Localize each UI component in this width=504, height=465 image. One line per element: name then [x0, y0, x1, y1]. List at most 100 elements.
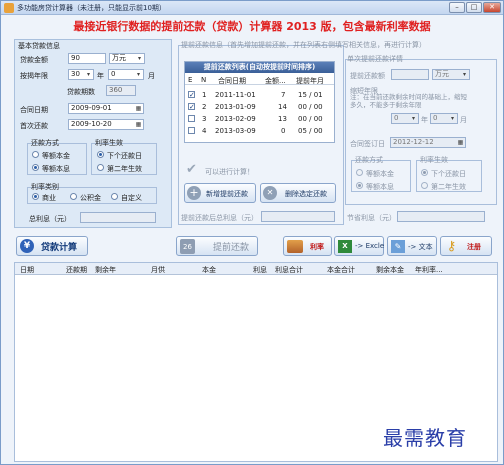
export-text-button[interactable]: ✎ -> 文本 [387, 236, 437, 256]
row-amount: 14 [278, 103, 287, 111]
rate-fund-radio[interactable] [70, 193, 77, 200]
export-text-label: -> 文本 [408, 243, 433, 251]
col-amount: 金额... [265, 77, 286, 85]
chevron-down-icon: ▾ [137, 55, 141, 62]
register-button[interactable]: ⚷ 注册 [440, 236, 492, 256]
page-banner: 最接近银行数据的提前还款（贷款）计算器 2013 版，包含最新利率数据 [73, 20, 431, 33]
row-amount: 13 [278, 115, 287, 123]
detail-years-value: 0 [394, 114, 399, 122]
term-months-select[interactable]: 0 ▾ [108, 69, 144, 80]
detail-amount-unit-value: 万元 [435, 70, 449, 78]
detail-months-value: 0 [433, 114, 438, 122]
col-date: 合同日期 [218, 77, 246, 85]
detail-repay-principal-label: 等额本金 [366, 170, 394, 178]
repay-equal-principal-radio[interactable] [32, 151, 39, 158]
calendar-icon: ▦ [457, 139, 464, 146]
detail-years-select[interactable]: 0 ▾ [391, 113, 419, 124]
row-checkbox[interactable] [188, 115, 195, 122]
rate-effective-title: 利率生效 [95, 139, 123, 147]
loan-amount-input[interactable]: 90 [68, 53, 106, 64]
chevron-down-icon: ▾ [136, 71, 140, 78]
contract-date-value: 2009-09-01 [71, 104, 112, 112]
periods-label: 贷款期数 [67, 88, 95, 96]
detail-date-picker[interactable]: 2012-12-12 ▦ [390, 137, 466, 148]
loan-calc-label: 贷款计算 [41, 243, 78, 253]
total-interest-label: 总利息（元） [29, 215, 71, 223]
term-years-value: 30 [71, 70, 80, 78]
watermark-text: 最需教育 [383, 426, 467, 450]
term-label: 按揭年限 [20, 72, 48, 80]
detail-repay-title: 还款方式 [355, 156, 383, 164]
term-years-select[interactable]: 30 ▾ [68, 69, 94, 80]
key-icon: ⚷ [446, 239, 457, 254]
row-ym: 15 / 01 [298, 91, 323, 99]
detail-repay-installment-label: 等额本息 [366, 183, 394, 191]
delete-prepay-label: 删除选定还款 [285, 190, 327, 198]
contract-date-label: 合同日期 [20, 106, 48, 114]
col-annual-rate: 年利率... [415, 266, 443, 274]
row-checkbox[interactable]: ✓ [188, 91, 195, 99]
rate-second-year-radio[interactable] [97, 164, 104, 171]
export-excel-label: -> Excle [355, 242, 385, 250]
export-excel-button[interactable]: X -> Excle [334, 236, 384, 256]
col-ym: 提前年月 [296, 77, 324, 85]
prepay-row[interactable]: ✓ 2 2013-01-09 14 00 / 00 [185, 101, 334, 113]
term-months-value: 0 [111, 70, 116, 78]
repay-equal-principal-label: 等额本金 [42, 152, 70, 160]
col-n: N [201, 76, 207, 84]
calendar-icon: ▦ [135, 105, 142, 112]
row-checkbox[interactable] [188, 127, 195, 134]
detail-date-label: 合同签订日 [350, 140, 385, 148]
detail-repay-principal-radio[interactable] [356, 169, 363, 176]
row-date: 2013-03-09 [215, 127, 256, 135]
delete-icon: ✕ [263, 186, 277, 200]
month-label: 月 [148, 72, 155, 80]
prepay-row[interactable]: 3 2013-02-09 13 00 / 00 [185, 113, 334, 125]
row-checkbox[interactable]: ✓ [188, 103, 195, 111]
row-date: 2011-11-01 [215, 91, 256, 99]
col-interest: 利息 [253, 266, 267, 274]
add-prepay-button[interactable]: + 新增提前还款 [184, 183, 256, 203]
detail-rate-next-radio[interactable] [421, 169, 428, 176]
rate-custom-radio[interactable] [111, 193, 118, 200]
row-date: 2013-01-09 [215, 103, 256, 111]
row-n: 4 [202, 127, 207, 135]
detail-months-select[interactable]: 0 ▾ [430, 113, 458, 124]
chevron-down-icon: ▾ [450, 115, 454, 122]
detail-repay-installment-radio[interactable] [356, 182, 363, 189]
chart-icon [287, 240, 303, 253]
rate-next-date-label: 下个还款日 [107, 152, 142, 160]
rate-second-year-label: 第二年生效 [107, 165, 142, 173]
col-principal: 本金 [202, 266, 216, 274]
prepay-calc-label: 提前还款 [213, 243, 250, 253]
col-remaining-years: 剩余年 [95, 266, 116, 274]
detail-amount-unit-select[interactable]: 万元 ▾ [432, 69, 470, 80]
add-prepay-label: 新增提前还款 [206, 190, 248, 198]
detail-rate-second-radio[interactable] [421, 182, 428, 189]
loan-calc-button[interactable]: ¥ 贷款计算 [16, 236, 88, 256]
prepay-list-header: E N 合同日期 金额... 提前年月 [185, 74, 334, 85]
close-button[interactable]: ✕ [483, 2, 501, 13]
rate-button[interactable]: 利率 [283, 236, 332, 256]
minimize-button[interactable]: – [449, 2, 465, 13]
results-header: 日期 还款期 剩余年 月供 本金 利息 利息合计 本金合计 剩余本金 年利率..… [15, 263, 497, 275]
contract-date-picker[interactable]: 2009-09-01 ▦ [68, 103, 144, 114]
amount-unit-select[interactable]: 万元 ▾ [109, 53, 145, 64]
rate-next-date-radio[interactable] [97, 151, 104, 158]
maximize-button[interactable]: □ [466, 2, 482, 13]
first-repay-label: 首次还款 [20, 122, 48, 130]
detail-amount-input[interactable] [391, 69, 429, 80]
row-ym: 00 / 00 [298, 103, 323, 111]
delete-prepay-button[interactable]: ✕ 删除选定还款 [260, 183, 336, 203]
prepay-calc-button[interactable]: 26 提前还款 [176, 236, 258, 256]
prepay-row[interactable]: 4 2013-03-09 0 05 / 00 [185, 125, 334, 137]
title-bar: 多功能房贷计算器（未注册，只能显示前10期） – □ ✕ [1, 1, 503, 15]
calendar-icon: 26 [180, 239, 195, 254]
basic-loan-title: 基本贷款信息 [18, 42, 60, 50]
first-repay-date-picker[interactable]: 2009-10-20 ▦ [68, 119, 144, 130]
detail-amount-label: 提前还款额 [350, 72, 385, 80]
repay-equal-installment-radio[interactable] [32, 164, 39, 171]
prepay-list-title: 提前还款列表(自动按提前时间排序) [185, 62, 334, 73]
rate-commercial-radio[interactable] [32, 193, 39, 200]
prepay-row[interactable]: ✓ 1 2011-11-01 7 15 / 01 [185, 89, 334, 101]
